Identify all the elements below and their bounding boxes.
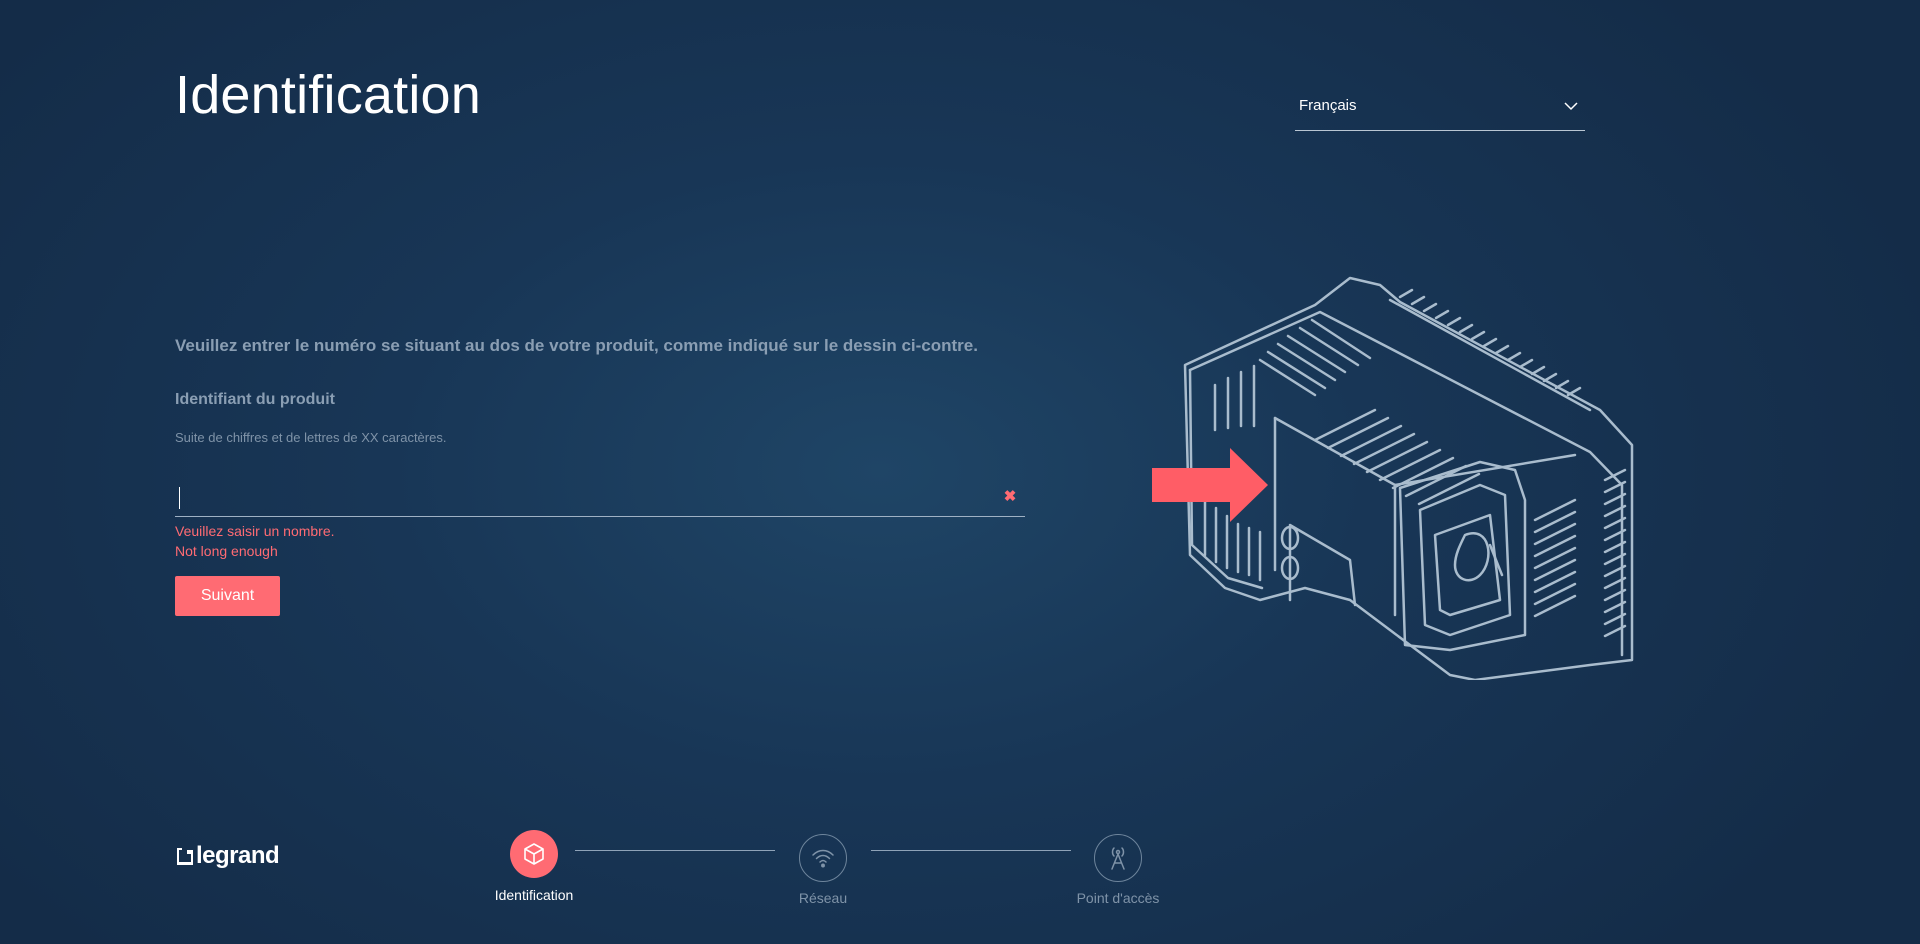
page-title: Identification bbox=[175, 65, 481, 125]
next-button[interactable]: Suivant bbox=[175, 576, 280, 616]
error-message: Not long enough bbox=[175, 543, 278, 559]
product-id-input[interactable] bbox=[175, 478, 983, 514]
step-label: Identification bbox=[494, 887, 574, 903]
product-illustration bbox=[1152, 276, 1634, 680]
step-connector bbox=[575, 850, 775, 851]
logo-text: legrand bbox=[196, 842, 280, 869]
product-id-hint: Suite de chiffres et de lettres de XX ca… bbox=[175, 430, 447, 445]
wifi-icon bbox=[799, 834, 847, 882]
language-select[interactable]: Français bbox=[1295, 90, 1585, 131]
instruction-text: Veuillez entrer le numéro se situant au … bbox=[175, 336, 978, 355]
chevron-down-icon bbox=[1564, 102, 1578, 111]
product-id-field: ✖ bbox=[175, 478, 1025, 517]
close-icon[interactable]: ✖ bbox=[1003, 489, 1017, 504]
step-label: Réseau bbox=[798, 890, 848, 906]
legrand-logo-mark-icon bbox=[177, 848, 193, 865]
step-connector bbox=[871, 850, 1071, 851]
arrow-icon bbox=[1152, 448, 1268, 522]
cube-icon bbox=[510, 830, 558, 878]
product-id-label: Identifiant du produit bbox=[175, 391, 335, 408]
text-caret bbox=[179, 487, 180, 509]
language-selected-value: Français bbox=[1299, 97, 1357, 114]
legrand-logo: legrand bbox=[175, 842, 280, 870]
antenna-icon bbox=[1094, 834, 1142, 882]
error-message: Veuillez saisir un nombre. bbox=[175, 523, 335, 539]
step-label: Point d'accès bbox=[1076, 890, 1160, 906]
